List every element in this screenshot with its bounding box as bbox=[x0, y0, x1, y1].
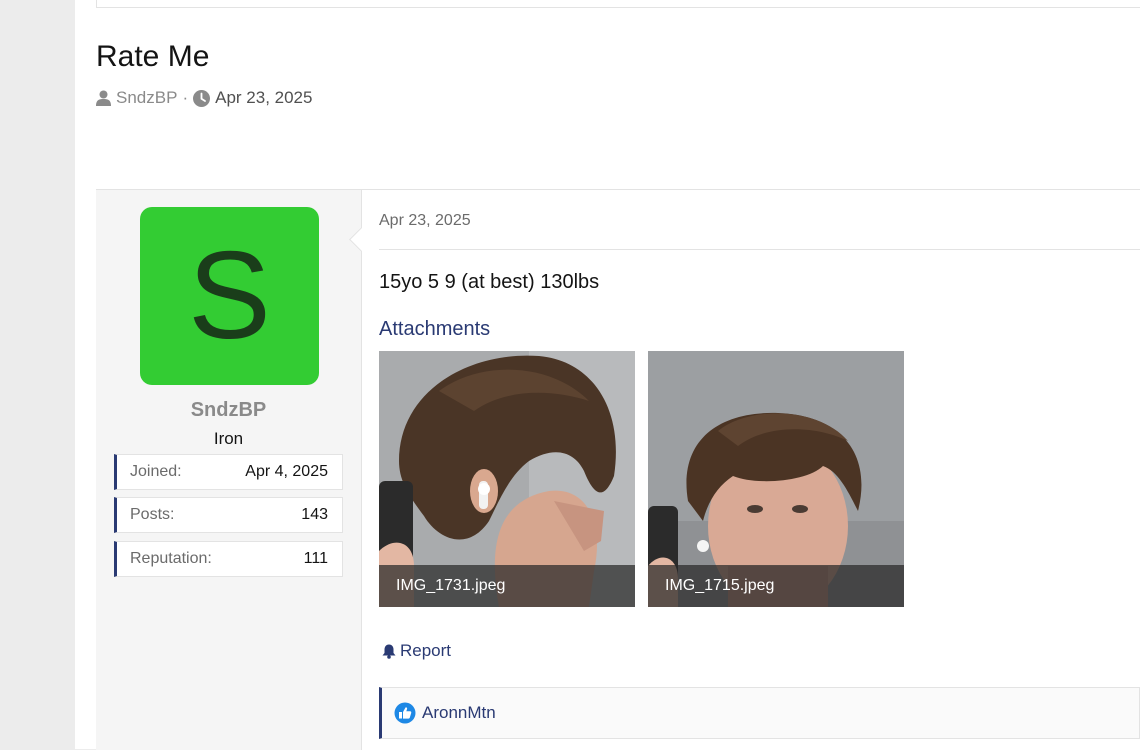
user-icon bbox=[96, 90, 111, 106]
post-date-link[interactable]: Apr 23, 2025 bbox=[379, 212, 471, 230]
thumbs-up-icon bbox=[394, 702, 416, 724]
report-link[interactable]: Report bbox=[382, 641, 451, 661]
stat-label: Reputation: bbox=[130, 550, 212, 567]
stat-label: Joined: bbox=[130, 463, 182, 480]
divider bbox=[379, 249, 1140, 250]
page: Rate Me SndzBP · Apr 23, 2025 S SndzBP I… bbox=[75, 0, 1140, 750]
attachment-filename: IMG_1715.jpeg bbox=[648, 565, 904, 607]
top-strip bbox=[96, 0, 1140, 8]
post-username[interactable]: SndzBP bbox=[96, 399, 361, 422]
stat-label: Posts: bbox=[130, 506, 175, 523]
avatar-letter: S bbox=[188, 227, 271, 365]
report-label: Report bbox=[400, 641, 452, 660]
post-body: 15yo 5 9 (at best) 130lbs bbox=[379, 271, 600, 293]
reactions-bar: AronnMtn bbox=[379, 687, 1140, 739]
stat-value: Apr 4, 2025 bbox=[245, 463, 328, 480]
thread-meta: SndzBP · Apr 23, 2025 bbox=[96, 88, 312, 108]
avatar[interactable]: S bbox=[140, 207, 319, 385]
post-main-cell: Apr 23, 2025 15yo 5 9 (at best) 130lbs A… bbox=[362, 190, 1140, 750]
attachment-thumbnail[interactable]: IMG_1731.jpeg bbox=[379, 351, 635, 607]
thread-author-link[interactable]: SndzBP bbox=[116, 88, 177, 108]
post: S SndzBP Iron Joined: Apr 4, 2025 Posts:… bbox=[96, 189, 1140, 750]
stat-posts: Posts: 143 bbox=[114, 497, 343, 533]
attachment-thumbnail[interactable]: IMG_1715.jpeg bbox=[648, 351, 904, 607]
bell-icon bbox=[382, 644, 396, 659]
stat-joined: Joined: Apr 4, 2025 bbox=[114, 454, 343, 490]
stat-reputation: Reputation: 111 bbox=[114, 541, 343, 577]
meta-separator: · bbox=[182, 88, 189, 107]
post-user-cell: S SndzBP Iron Joined: Apr 4, 2025 Posts:… bbox=[96, 190, 362, 750]
clock-icon bbox=[193, 89, 211, 107]
thread-date-link[interactable]: Apr 23, 2025 bbox=[215, 88, 312, 108]
thread-title: Rate Me bbox=[96, 40, 210, 73]
reaction-user-link[interactable]: AronnMtn bbox=[422, 703, 496, 723]
user-rank: Iron bbox=[213, 429, 244, 448]
stat-value: 111 bbox=[303, 550, 328, 567]
attachment-filename: IMG_1731.jpeg bbox=[379, 565, 635, 607]
attachments-heading: Attachments bbox=[379, 318, 491, 340]
stat-value: 143 bbox=[301, 506, 328, 523]
